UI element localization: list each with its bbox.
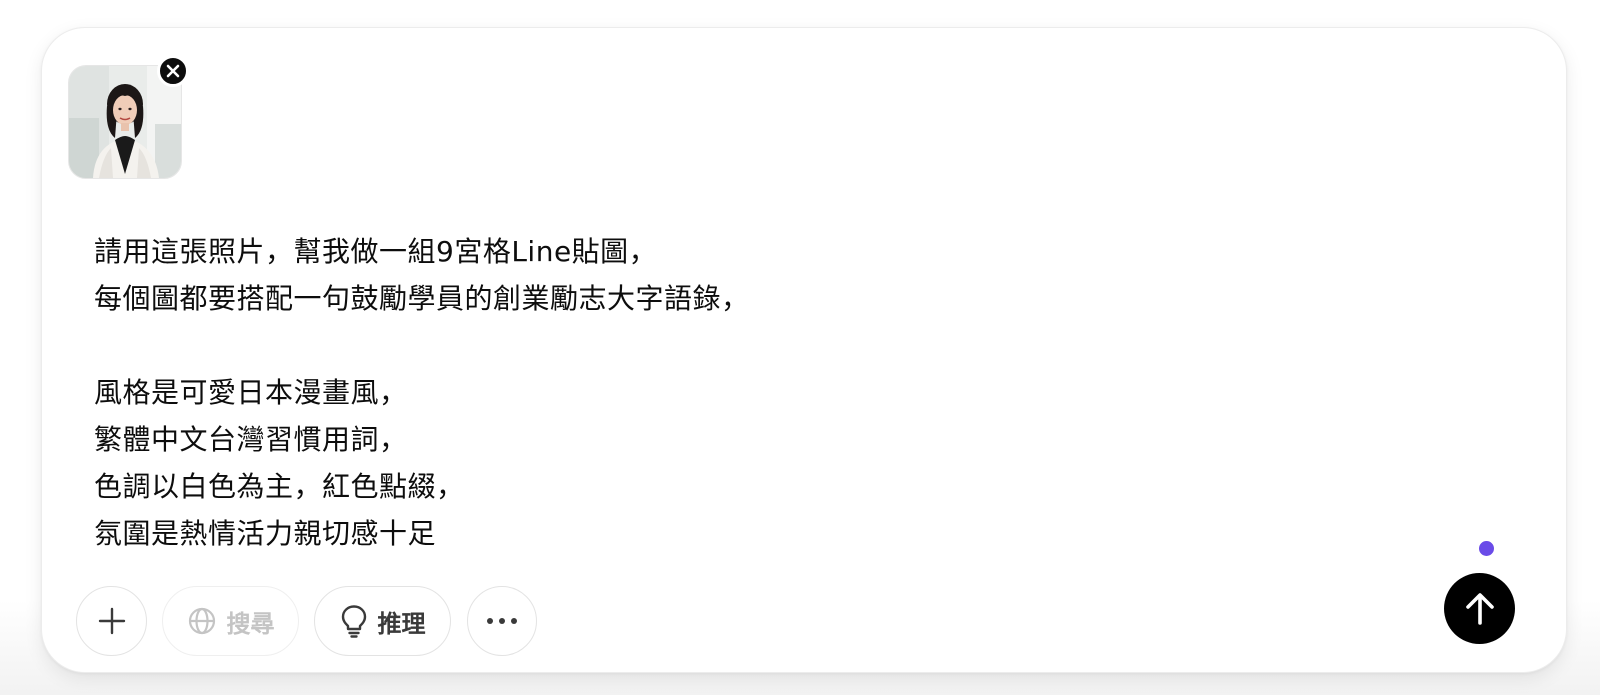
add-attachment-button[interactable] <box>76 586 147 656</box>
lightbulb-icon <box>341 605 366 638</box>
close-icon <box>166 64 180 78</box>
message-composer[interactable]: 請用這張照片，幫我做一組9宮格Line貼圖， 每個圖都要搭配一句鼓勵學員的創業勵… <box>41 27 1567 673</box>
prompt-line: 色調以白色為主，紅色點綴， <box>94 470 465 503</box>
prompt-line: 繁體中文台灣習慣用詞， <box>94 423 408 456</box>
prompt-line: 風格是可愛日本漫畫風， <box>94 376 408 409</box>
globe-icon <box>188 607 215 635</box>
search-toggle-button[interactable]: 搜尋 <box>162 586 299 656</box>
page: 請用這張照片，幫我做一組9宮格Line貼圖， 每個圖都要搭配一句鼓勵學員的創業勵… <box>0 0 1600 695</box>
plus-icon <box>98 607 125 635</box>
recording-indicator-dot <box>1479 541 1494 556</box>
prompt-textarea[interactable]: 請用這張照片，幫我做一組9宮格Line貼圖， 每個圖都要搭配一句鼓勵學員的創業勵… <box>94 228 1474 557</box>
reason-toggle-button[interactable]: 推理 <box>314 586 451 656</box>
ellipsis-icon <box>487 618 517 624</box>
prompt-line <box>94 322 1474 369</box>
prompt-line: 請用這張照片，幫我做一組9宮格Line貼圖， <box>94 235 658 268</box>
prompt-line: 每個圖都要搭配一句鼓勵學員的創業勵志大字語錄， <box>94 282 750 315</box>
send-button[interactable] <box>1444 573 1515 644</box>
arrow-up-icon <box>1465 592 1494 625</box>
remove-attachment-button[interactable] <box>157 55 189 87</box>
search-button-label: 搜尋 <box>226 609 275 638</box>
reason-button-label: 推理 <box>377 609 426 638</box>
prompt-line: 氛圍是熱情活力親切感十足 <box>94 517 437 550</box>
more-options-button[interactable] <box>467 586 537 656</box>
